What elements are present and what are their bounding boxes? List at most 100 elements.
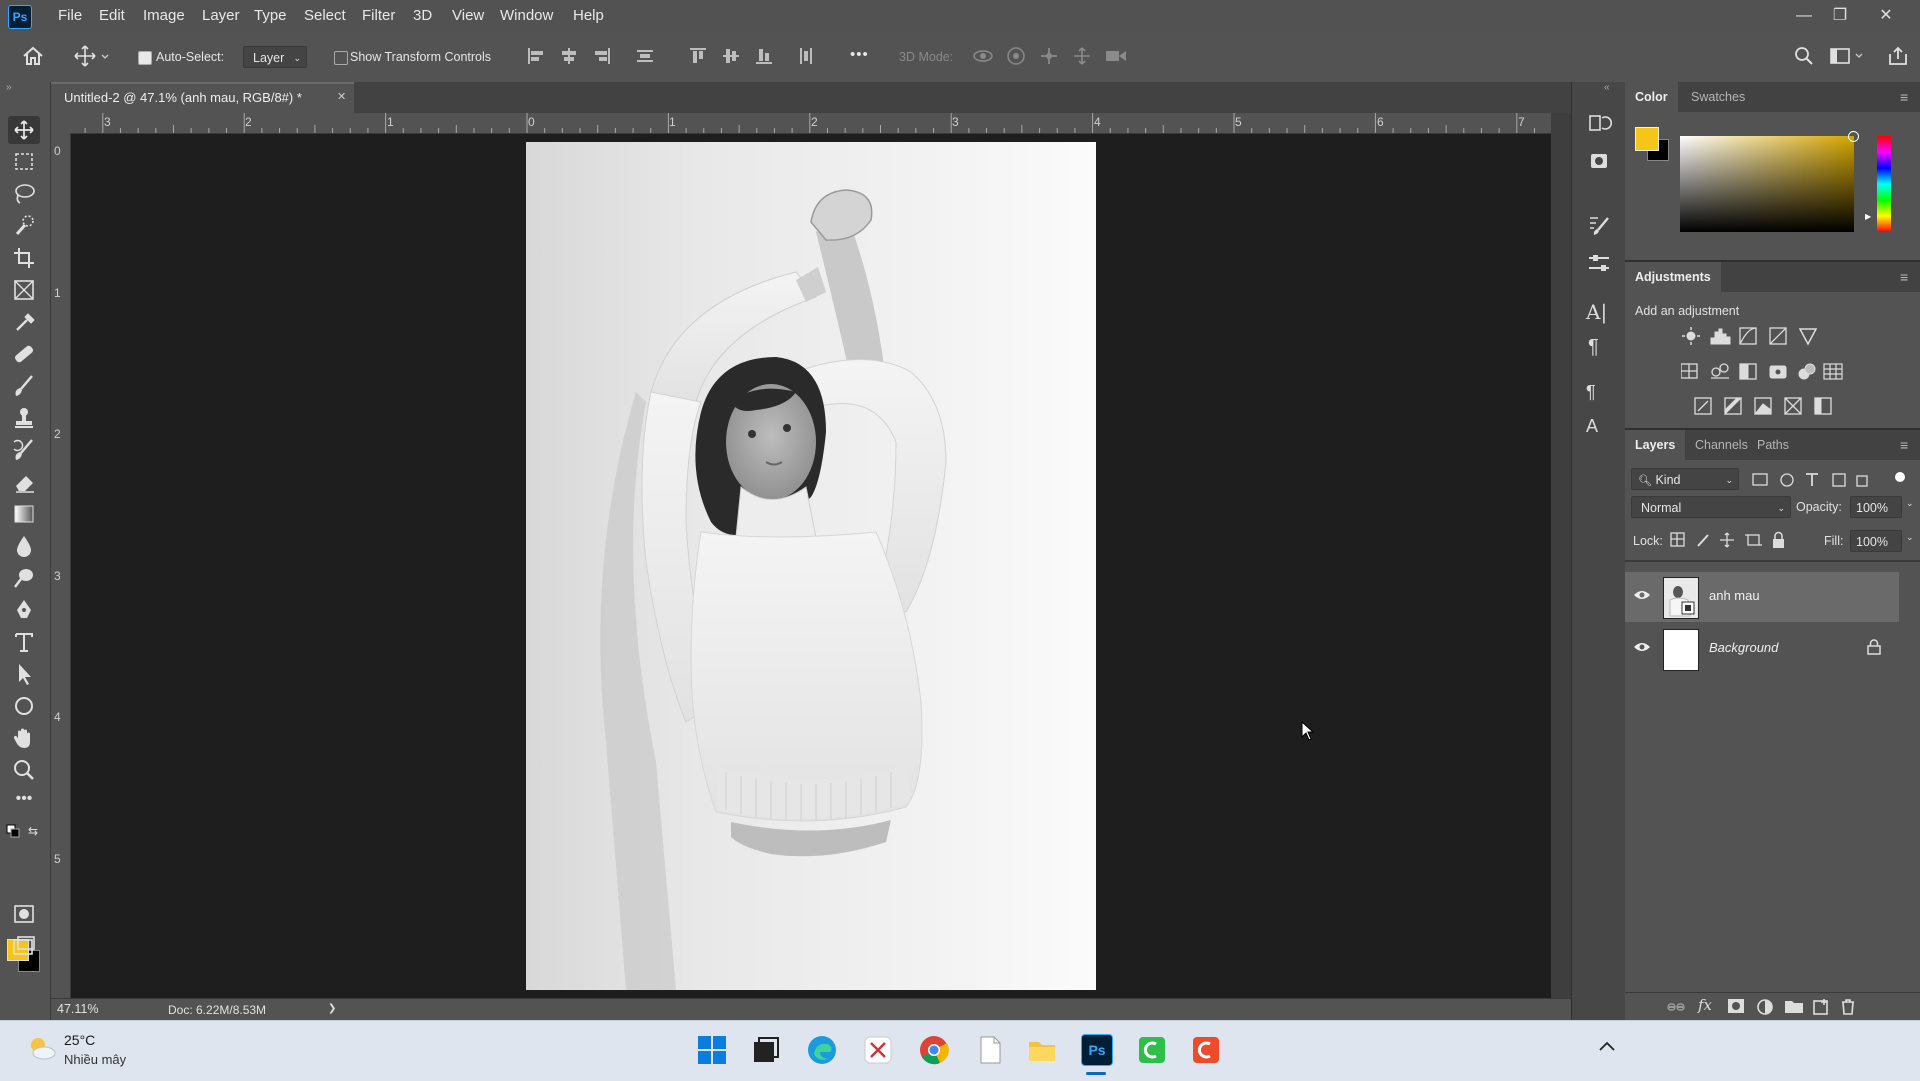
more-options-icon[interactable]: •••: [850, 46, 869, 63]
delete-layer-icon[interactable]: [1839, 997, 1857, 1015]
hue-slider-handle[interactable]: ▶: [1865, 212, 1871, 221]
eraser-tool[interactable]: [8, 468, 40, 496]
lasso-tool[interactable]: [8, 180, 40, 208]
layer-filter-dropdown[interactable]: 🔍︎ Kind ⌄: [1631, 468, 1739, 490]
lock-icon[interactable]: [1867, 639, 1881, 655]
rectangular-marquee-tool[interactable]: [8, 148, 40, 176]
eye-icon[interactable]: [1633, 589, 1651, 601]
zoom-level[interactable]: 47.11%: [57, 1002, 98, 1016]
collapse-toolbar-icon[interactable]: »: [6, 82, 12, 93]
minimize-button[interactable]: —: [1786, 4, 1822, 28]
paragraph-panel-icon[interactable]: ¶: [1588, 336, 1599, 359]
color-field[interactable]: [1680, 131, 1859, 232]
move-tool-preset-icon[interactable]: [74, 45, 110, 67]
eye-icon[interactable]: [1633, 641, 1651, 653]
chrome-icon[interactable]: [918, 1034, 950, 1066]
orbit-3d-icon[interactable]: [972, 46, 994, 66]
quick-mask-icon[interactable]: [8, 900, 40, 928]
slide-3d-icon[interactable]: [1072, 46, 1092, 66]
add-mask-icon[interactable]: [1727, 998, 1745, 1014]
eyedropper-tool[interactable]: [8, 308, 40, 336]
align-right-edges-icon[interactable]: [592, 46, 612, 66]
default-colors-icon[interactable]: [6, 824, 20, 838]
clone-stamp-tool[interactable]: [8, 404, 40, 432]
brush-tool[interactable]: [8, 372, 40, 400]
menu-help[interactable]: Help: [573, 7, 604, 24]
file-explorer-icon[interactable]: [1026, 1034, 1058, 1066]
menu-window[interactable]: Window: [500, 7, 553, 24]
3d-panel-icon[interactable]: [1586, 148, 1612, 174]
paragraph-styles-panel-icon[interactable]: ¶: [1586, 382, 1596, 403]
frame-tool[interactable]: [8, 276, 40, 304]
quick-selection-tool[interactable]: [8, 212, 40, 240]
history-panel-icon[interactable]: [1586, 110, 1612, 136]
camtasia-icon[interactable]: [1136, 1034, 1168, 1066]
weather-icon[interactable]: [26, 1035, 56, 1061]
windows-start-icon[interactable]: [696, 1034, 728, 1066]
brush-settings-panel-icon[interactable]: [1586, 212, 1612, 238]
weather-temperature[interactable]: 25°C: [64, 1032, 95, 1048]
tab-layers[interactable]: Layers: [1625, 430, 1686, 460]
character-styles-panel-icon[interactable]: A: [1586, 416, 1598, 437]
home-icon[interactable]: [22, 46, 44, 66]
share-icon[interactable]: [1887, 45, 1909, 67]
hue-slider[interactable]: [1877, 136, 1891, 232]
auto-select-target-dropdown[interactable]: Layer ⌄: [243, 46, 307, 68]
fill-input[interactable]: 100%: [1850, 530, 1902, 552]
ellipse-tool[interactable]: [8, 692, 40, 720]
layer-row[interactable]: anh mau: [1625, 572, 1899, 622]
hand-tool[interactable]: [8, 724, 40, 752]
align-top-edges-icon[interactable]: [688, 46, 708, 66]
align-vertical-centers-icon[interactable]: [721, 46, 741, 66]
collapse-panels-icon[interactable]: «: [1604, 82, 1610, 93]
new-layer-icon[interactable]: [1812, 998, 1830, 1016]
swap-colors-icon[interactable]: ⇆: [28, 824, 38, 838]
search-icon[interactable]: [1794, 46, 1814, 66]
panel-menu-icon[interactable]: ≡: [1900, 89, 1914, 105]
horizontal-ruler[interactable]: 3 2 1 0 1 2 3 4 5 6 7: [70, 113, 1551, 134]
auto-select-checkbox[interactable]: [138, 51, 152, 65]
workspace-icon[interactable]: [1830, 47, 1866, 65]
healing-brush-tool[interactable]: [8, 340, 40, 368]
photoshop-taskbar-icon[interactable]: Ps: [1081, 1034, 1113, 1066]
tab-color[interactable]: Color: [1625, 82, 1678, 112]
align-bottom-edges-icon[interactable]: [754, 46, 774, 66]
path-selection-tool[interactable]: [8, 660, 40, 688]
new-adjustment-layer-icon[interactable]: [1756, 998, 1774, 1016]
pan-3d-icon[interactable]: [1039, 46, 1059, 66]
new-group-icon[interactable]: [1784, 998, 1804, 1014]
vertical-ruler[interactable]: 0 1 2 3 4 5: [51, 133, 71, 998]
tab-adjustments[interactable]: Adjustments: [1625, 262, 1721, 292]
document-canvas[interactable]: [526, 142, 1096, 990]
canvas-workspace[interactable]: [71, 134, 1551, 998]
menu-image[interactable]: Image: [143, 7, 185, 24]
ruler-origin[interactable]: [51, 113, 70, 133]
snipping-tool-icon[interactable]: [862, 1034, 894, 1066]
layer-style-icon[interactable]: fx: [1698, 996, 1712, 1014]
zoom-tool[interactable]: [8, 756, 40, 784]
gradient-tool[interactable]: [8, 500, 40, 528]
properties-panel-icon[interactable]: [1586, 250, 1612, 276]
roll-3d-icon[interactable]: [1006, 46, 1026, 66]
restore-button[interactable]: ❐: [1822, 4, 1858, 28]
link-layers-icon[interactable]: [1667, 999, 1685, 1015]
document-tab[interactable]: Untitled-2 @ 47.1% (anh mau, RGB/8#) * ✕: [51, 82, 354, 113]
character-panel-icon[interactable]: A|: [1586, 300, 1607, 324]
blur-tool[interactable]: [8, 532, 40, 560]
layer-name[interactable]: Background: [1709, 640, 1778, 655]
tab-paths[interactable]: Paths: [1747, 430, 1799, 460]
menu-edit[interactable]: Edit: [99, 7, 125, 24]
weather-description[interactable]: Nhiều mây: [64, 1052, 126, 1067]
distribute-vertical-icon[interactable]: [796, 46, 816, 66]
show-transform-controls-checkbox[interactable]: [334, 51, 348, 65]
layer-row[interactable]: Background: [1625, 624, 1899, 674]
panel-menu-icon[interactable]: ≡: [1900, 269, 1914, 285]
crop-tool[interactable]: [8, 244, 40, 272]
blend-mode-dropdown[interactable]: Normal ⌄: [1631, 496, 1791, 518]
align-horizontal-centers-icon[interactable]: [559, 46, 579, 66]
history-brush-tool[interactable]: [8, 436, 40, 464]
type-tool[interactable]: [8, 628, 40, 656]
edge-browser-icon[interactable]: [806, 1034, 838, 1066]
menu-filter[interactable]: Filter: [362, 7, 395, 24]
recorder-icon[interactable]: [1190, 1034, 1222, 1066]
